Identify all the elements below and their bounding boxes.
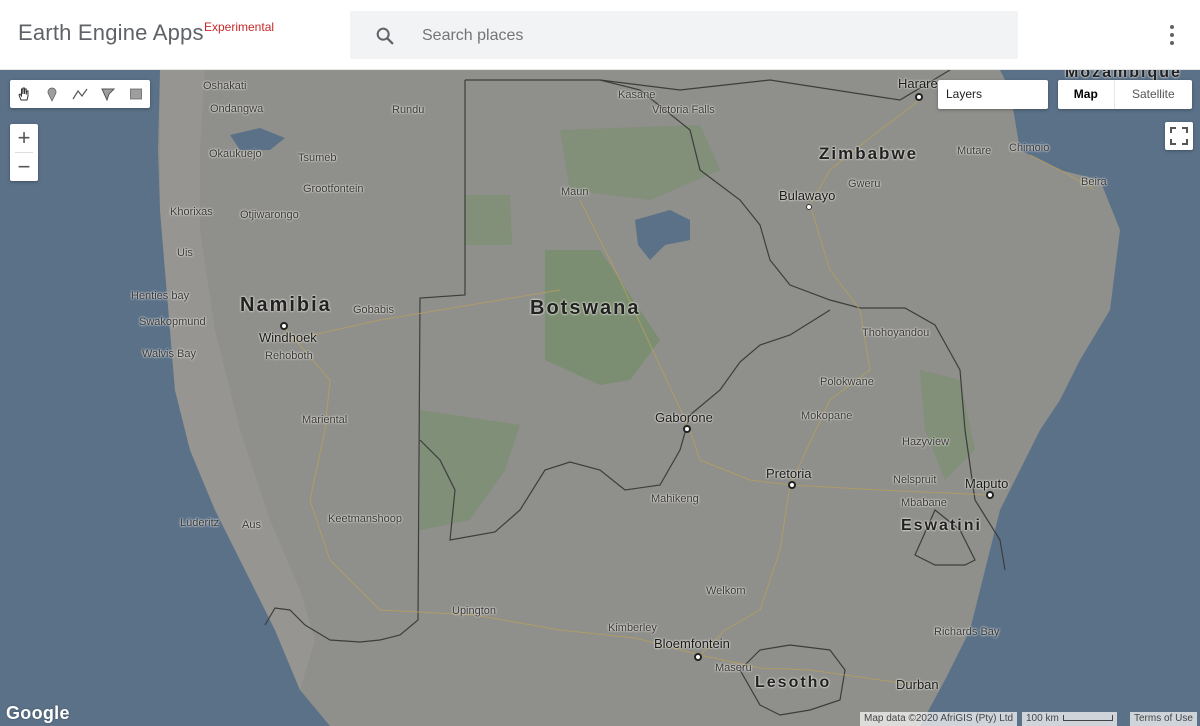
city-label: Beira [1081,176,1107,188]
town-label: Uis [177,247,193,259]
town-label: Kasane [618,89,656,101]
zoom-out-button[interactable]: − [10,153,38,181]
town-label: Maun [561,186,589,198]
country-label: Lesotho [755,674,832,691]
city-dot [986,491,994,499]
city-label: Maseru [715,662,752,674]
zoom-in-button[interactable]: + [10,124,38,152]
city-label: Durban [896,677,939,692]
zoom-control: + − [10,124,38,181]
city-dot [788,481,796,489]
city-label: Gweru [848,178,881,190]
city-dot [806,204,812,210]
country-label: Namibia [240,294,332,316]
city-label: Windhoek [259,330,317,345]
map-type-control: Map Satellite [1058,80,1192,109]
map-base [158,70,1120,726]
map-type-map-button[interactable]: Map [1058,80,1114,109]
city-label: Mutare [957,145,992,157]
city-dot [683,425,691,433]
town-label: Rundu [392,104,425,116]
more-vert-icon[interactable] [1162,22,1182,48]
google-logo: Google [6,703,70,723]
city-label: Mbabane [901,497,947,509]
town-label: Hazyview [902,436,950,448]
town-label: Swakopmund [139,316,206,328]
scale-indicator[interactable]: 100 km [1022,712,1117,726]
town-label: Tsumeb [298,152,337,164]
marker-icon[interactable] [38,80,66,108]
scale-bar [1062,715,1113,722]
polyline-icon[interactable] [66,80,94,108]
city-label: Polokwane [820,376,874,388]
city-label: Bloemfontein [654,636,730,651]
city-label: Rehoboth [265,350,313,362]
city-label: Welkom [706,585,746,597]
town-label: Oshakati [203,80,247,92]
search-bar[interactable] [350,11,1018,61]
city-label: Gaborone [655,410,713,425]
hand-icon[interactable] [10,80,38,108]
city-label: Lüderitz [180,517,220,529]
layers-panel[interactable]: Layers [938,80,1048,109]
town-label: Mokopane [801,410,853,422]
experimental-badge: Experimental [204,20,275,34]
town-label: Grootfontein [303,183,364,195]
city-label: Gobabis [353,304,394,316]
town-label: Richards Bay [934,626,1000,638]
town-label: Thohoyandou [862,327,930,339]
map-type-satellite-button[interactable]: Satellite [1113,80,1192,109]
country-label: Botswana [530,297,641,319]
city-label: Bulawayo [779,188,836,203]
city-label: Chimoio [1009,142,1050,154]
fullscreen-icon[interactable] [1165,122,1193,150]
city-label: Maputo [965,476,1009,491]
map-data-attribution: Map data ©2020 AfriGIS (Pty) Ltd [860,712,1018,726]
app-header: Earth Engine Apps Experimental [0,0,1200,70]
scale-label: 100 km [1026,713,1059,724]
polygon-icon[interactable] [94,80,122,108]
country-label: Eswatini [901,517,982,534]
search-input[interactable] [420,11,1004,61]
country-label: Zimbabwe [819,144,919,163]
city-label: Upington [452,605,497,617]
city-label: Pretoria [766,466,812,481]
city-label: Mahikeng [651,493,699,505]
map-canvas[interactable]: Namibia Botswana Zimbabwe Mozambique Esw… [0,70,1200,726]
app-title[interactable]: Earth Engine Apps [18,20,204,46]
town-label: Mariental [302,414,348,426]
town-label: Keetmanshoop [328,513,402,525]
city-dot [280,322,288,330]
city-label: Nelspruit [893,474,937,486]
town-label: Victoria Falls [652,104,715,116]
rectangle-icon[interactable] [122,80,150,108]
drawing-toolbar [10,80,150,108]
town-label: Khorixas [170,206,213,218]
city-dot [915,93,923,101]
town-label: Ondangwa [210,103,264,115]
town-label: Aus [242,519,261,531]
search-icon[interactable] [374,25,396,47]
town-label: Henties bay [131,290,190,302]
town-label: Otjiwarongo [240,209,299,221]
town-label: Walvis Bay [142,348,196,360]
city-dot [694,653,702,661]
town-label: Okaukuejo [209,148,262,160]
terms-link[interactable]: Terms of Use [1130,712,1197,726]
city-label: Kimberley [608,622,657,634]
city-label: Harare [898,76,938,91]
